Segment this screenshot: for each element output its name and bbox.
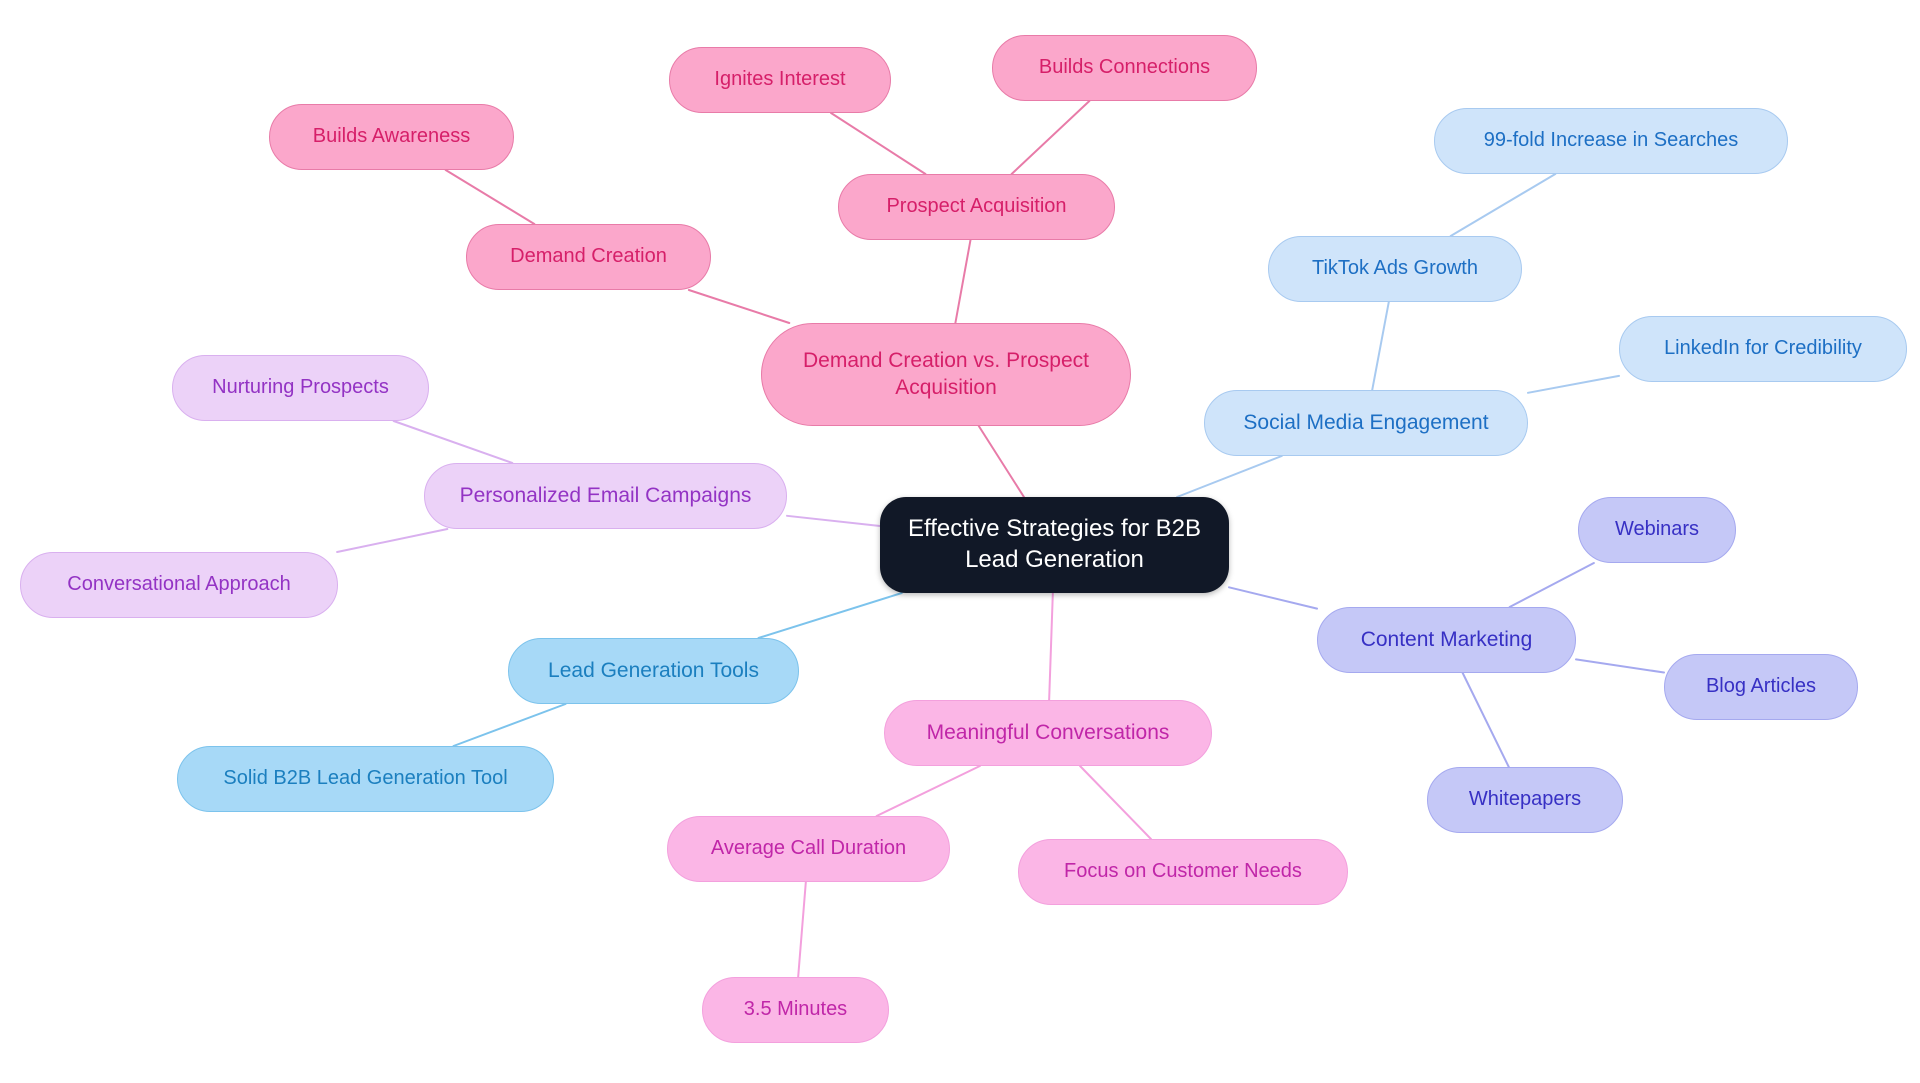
mindmap-edge — [1575, 658, 1665, 674]
mindmap-node[interactable]: Conversational Approach — [20, 552, 338, 618]
mindmap-edge — [392, 420, 514, 464]
mindmap-edge — [786, 514, 881, 527]
mindmap-edge — [875, 765, 981, 817]
mindmap-edge — [1079, 765, 1152, 840]
mindmap-edge — [797, 881, 807, 978]
mindmap-edge — [1010, 100, 1091, 175]
mindmap-edge — [336, 528, 449, 553]
mindmap-node[interactable]: Average Call Duration — [667, 816, 950, 882]
mindmap-node[interactable]: Solid B2B Lead Generation Tool — [177, 746, 554, 812]
mindmap-edge — [1176, 455, 1283, 498]
mindmap-node[interactable]: Personalized Email Campaigns — [424, 463, 787, 529]
mindmap-node[interactable]: Nurturing Prospects — [172, 355, 429, 421]
mindmap-edge — [954, 239, 972, 324]
mindmap-edge — [452, 703, 567, 747]
mindmap-edge — [757, 592, 903, 639]
mindmap-edge — [1461, 672, 1510, 768]
mindmap-edge — [1228, 586, 1318, 610]
mindmap-node[interactable]: Demand Creation vs. Prospect Acquisition — [761, 323, 1131, 426]
mindmap-edge — [1371, 301, 1390, 391]
mindmap-edge — [444, 169, 536, 225]
mindmap-node[interactable]: Lead Generation Tools — [508, 638, 799, 704]
mindmap-node[interactable]: Blog Articles — [1664, 654, 1858, 720]
mindmap-node[interactable]: Builds Connections — [992, 35, 1257, 101]
mindmap-edge — [1527, 374, 1620, 394]
mindmap-node[interactable]: LinkedIn for Credibility — [1619, 316, 1907, 382]
mindmap-node[interactable]: TikTok Ads Growth — [1268, 236, 1522, 302]
mindmap-node[interactable]: Social Media Engagement — [1204, 390, 1528, 456]
mindmap-edge — [687, 289, 791, 324]
mindmap-node[interactable]: Content Marketing — [1317, 607, 1576, 673]
mindmap-node[interactable]: 3.5 Minutes — [702, 977, 889, 1043]
mindmap-node[interactable]: Meaningful Conversations — [884, 700, 1212, 766]
mindmap-node[interactable]: 99-fold Increase in Searches — [1434, 108, 1788, 174]
mindmap-edge — [1048, 592, 1054, 701]
mindmap-node[interactable]: Focus on Customer Needs — [1018, 839, 1348, 905]
mindmap-node[interactable]: Ignites Interest — [669, 47, 891, 113]
mindmap-canvas: Effective Strategies for B2B Lead Genera… — [0, 0, 1920, 1083]
mindmap-edge — [1508, 562, 1595, 608]
mindmap-edge — [1449, 173, 1557, 237]
mindmap-root-node[interactable]: Effective Strategies for B2B Lead Genera… — [880, 497, 1229, 593]
mindmap-node[interactable]: Prospect Acquisition — [838, 174, 1115, 240]
mindmap-node[interactable]: Whitepapers — [1427, 767, 1623, 833]
mindmap-edge — [977, 425, 1025, 498]
mindmap-node[interactable]: Builds Awareness — [269, 104, 514, 170]
mindmap-node[interactable]: Webinars — [1578, 497, 1736, 563]
mindmap-edge — [830, 112, 927, 175]
mindmap-node[interactable]: Demand Creation — [466, 224, 711, 290]
